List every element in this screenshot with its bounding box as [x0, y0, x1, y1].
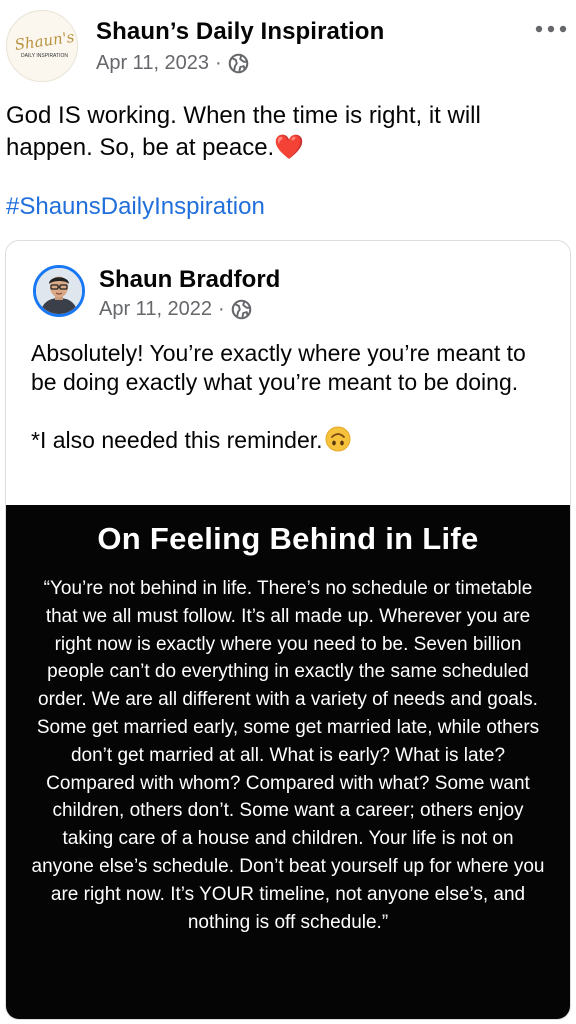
page-logo: Shaun's DAILY INSPIRATION — [8, 12, 77, 81]
shared-post-meta: Apr 11, 2022 · — [99, 298, 252, 321]
shared-post-message: Absolutely! You’re exactly where you’re … — [31, 340, 526, 395]
logo-subtext: DAILY INSPIRATION — [21, 53, 68, 59]
shared-post-card[interactable]: Shaun Bradford Apr 11, 2022 · Absolutely… — [5, 240, 571, 1020]
shared-post-date[interactable]: Apr 11, 2022 — [99, 298, 212, 321]
meta-separator: · — [218, 298, 225, 320]
post: Shaun's DAILY INSPIRATION Shaun’s Daily … — [0, 0, 576, 1024]
quote-title: On Feeling Behind in Life — [97, 521, 479, 556]
upside-down-face-icon — [325, 426, 351, 452]
author-name[interactable]: Shaun Bradford — [99, 266, 280, 294]
author-photo — [36, 268, 82, 314]
globe-icon — [228, 53, 249, 74]
post-date[interactable]: Apr 11, 2023 — [96, 52, 209, 75]
post-header: Shaun's DAILY INSPIRATION Shaun’s Daily … — [0, 0, 576, 90]
page-avatar[interactable]: Shaun's DAILY INSPIRATION — [6, 10, 78, 82]
shared-post-text: Absolutely! You’re exactly where you’re … — [31, 339, 551, 455]
post-meta: Apr 11, 2023 · — [96, 52, 249, 75]
author-avatar[interactable] — [33, 265, 85, 317]
shared-post-note: *I also needed this reminder. — [31, 426, 551, 455]
post-text: God IS working. When the time is right, … — [6, 100, 561, 164]
shared-post-note-text: *I also needed this reminder. — [31, 427, 323, 453]
quote-image[interactable]: On Feeling Behind in Life “You’re not be… — [6, 505, 570, 1019]
more-options-icon[interactable] — [534, 20, 568, 38]
post-message: God IS working. When the time is right, … — [6, 102, 481, 161]
globe-icon — [231, 299, 252, 320]
heart-emoji-icon: ❤️ — [274, 134, 305, 161]
meta-separator: · — [215, 52, 222, 74]
hashtag-link[interactable]: #ShaunsDailyInspiration — [6, 193, 265, 221]
page-name[interactable]: Shaun’s Daily Inspiration — [96, 18, 384, 46]
quote-body: “You’re not behind in life. There’s no s… — [31, 578, 545, 933]
